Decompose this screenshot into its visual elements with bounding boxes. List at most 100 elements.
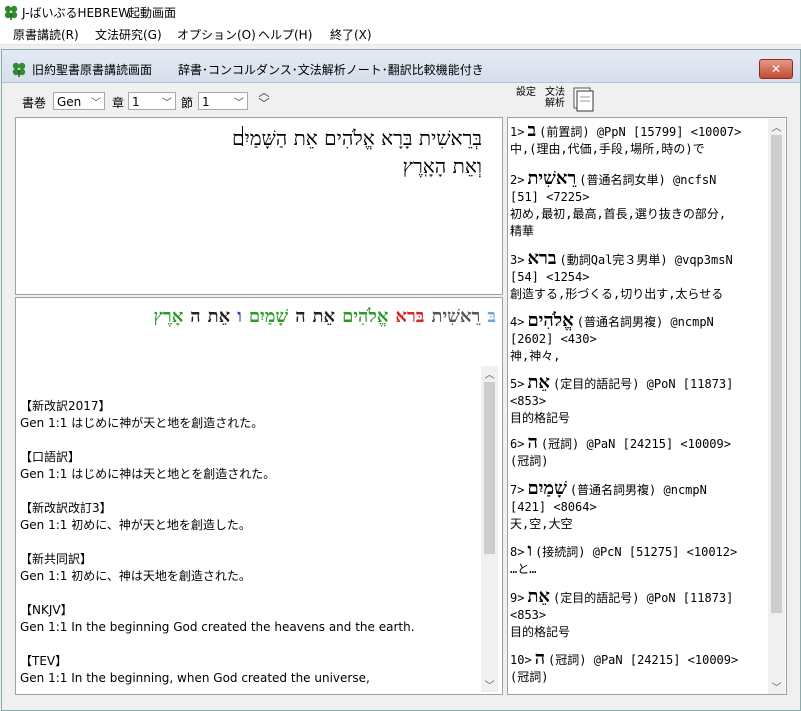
translation-list: 【新改訳2017】 Gen 1:1 はじめに神が天と地を創造された。【口語訳】 Ge… [16,398,476,693]
close-button[interactable]: ✕ [759,59,793,79]
strip-word[interactable]: בּ [487,306,496,327]
menu-reading[interactable]: 原書講読(R) [13,26,79,43]
dictionary-entry[interactable]: 8> ו (接続詞) @PcN [51275] <10012> …と… [510,542,756,578]
strip-word[interactable]: ו [237,306,242,327]
translation-name: 【NKJV】 [20,603,73,617]
translation-name: 【口語訳】 [20,450,81,464]
notebook-icon[interactable] [571,86,595,112]
chevron-down-icon: ﹀ [234,98,244,109]
translation-entry: 【NKJV】 Gen 1:1 In the beginning God creat… [20,602,415,636]
strip-word[interactable]: אָרֶץ [154,306,184,327]
verse-select[interactable]: 1 ﹀ [198,92,248,110]
entry-line: <853> [510,394,547,408]
entry-grammar: (普通名詞男複) @ncmpN [576,315,714,329]
strip-word[interactable]: רֵאשִׁית [431,306,480,327]
entry-line: (冠詞) [510,454,549,468]
dictionary-entry[interactable]: 9> אֵת (定目的語記号) @PoN [11873] <853> 目的格記号 [510,588,756,641]
entry-headword: ברא [527,248,557,269]
verse-spinner[interactable]: ︿ ﹀ [258,87,270,109]
chapter-label: 章 [112,96,125,110]
strip-word[interactable]: ה [295,306,305,327]
entry-line: (冠詞) [510,670,549,684]
menu-exit[interactable]: 終了(X) [330,26,372,43]
entry-number: 3> [510,253,525,267]
clover-logo-icon [4,5,18,20]
reading-window: 旧約聖書原書講読画面 辞書･コンコルダンス･文法解析ノート･翻訳比較機能付き ✕… [1,49,801,711]
translation-text: Gen 1:1 In the beginning, when God creat… [20,671,370,685]
chapter-value: 1 [132,95,140,109]
book-label: 書巻 [22,96,47,110]
translation-text: Gen 1:1 初めに、神は天地を創造された。 [20,569,251,583]
translation-name: 【新改訳改訂3】 [20,501,112,515]
entry-grammar: (冠詞) @PaN [24215] <10009> [548,653,739,667]
translation-scrollbar[interactable]: ︿ ﹀ [481,366,498,692]
translation-name: 【新共同訳】 [20,552,93,566]
dictionary-panel: 1> ב (前置詞) @PpN [15799] <10007> 中,(理由,代価,手段… [507,117,787,695]
entry-grammar: (動詞Qal完３男単) @vqp3msN [559,253,733,267]
strip-word[interactable]: שָׁמַיִם [249,306,288,327]
strip-word[interactable]: בּרא [395,306,424,327]
dictionary-scrollbar[interactable]: ︿ ﹀ [768,119,785,694]
scroll-up-icon[interactable]: ︿ [768,119,785,134]
text-cursor [242,126,243,146]
window-title-bar: 旧約聖書原書講読画面 辞書･コンコルダンス･文法解析ノート･翻訳比較機能付き ✕ [2,50,800,83]
entry-number: 4> [510,315,525,329]
entry-grammar: (定目的語記号) @PoN [11873] [553,591,734,605]
scroll-down-icon[interactable]: ﹀ [768,679,785,694]
dictionary-entry[interactable]: 2> רֵאשִׁית (普通名詞女単) @ncfsN [51] <7225> 初め,最… [510,170,756,240]
entry-headword: ו [527,540,533,561]
dictionary-entry[interactable]: 4> אֱלֹהִים (普通名詞男複) @ncmpN [2602] <430> 神,神… [510,312,756,365]
entry-grammar: (普通名詞女単) @ncfsN [579,173,717,187]
chapter-select[interactable]: 1 ﹀ [128,92,176,110]
verse-label: 節 [181,96,194,110]
hebrew-line-1: בְּרֵאשִׁית בָּרָא אֱלֹהִים אֵת הַשָּׁמַ… [232,126,482,150]
strip-word[interactable]: אֱלֹהִים [342,306,388,327]
chevron-down-icon[interactable]: ﹀ [258,98,270,109]
translation-entry: 【新共同訳】 Gen 1:1 初めに、神は天地を創造された。 [20,551,251,585]
chevron-down-icon: ﹀ [162,98,172,109]
hebrew-line-2: וְאֵת הָאָֽרֶץ [402,154,482,178]
entry-line: …と… [510,562,537,576]
verse-value: 1 [202,95,210,109]
chevron-down-icon: ﹀ [91,98,101,109]
translation-text: Gen 1:1 はじめに神は天と地とを創造された。 [20,467,276,481]
translation-name: 【TEV】 [20,654,68,668]
book-select[interactable]: Gen ﹀ [53,92,105,110]
strip-word[interactable]: אֵת [313,306,336,327]
app-title-bar: J-ばいぶるHEBREW 起動画面 [0,0,801,23]
settings-button[interactable]: 設定 [516,87,536,98]
scroll-thumb[interactable] [771,135,782,613]
entry-grammar: (接続詞) @PcN [51275] <10012> [535,545,738,559]
dictionary-entry[interactable]: 3> ברא (動詞Qal完３男単) @vqp3msN [54] <1254> 創造する… [510,250,756,303]
scroll-thumb[interactable] [484,382,495,554]
dictionary-entry[interactable]: 10> ה (冠詞) @PaN [24215] <10009> (冠詞) [510,650,756,686]
entry-number: 2> [510,173,525,187]
translation-entry: 【口語訳】 Gen 1:1 はじめに神は天と地とを創造された。 [20,449,275,483]
menu-help[interactable]: ヘルプ(H) [258,26,312,43]
hebrew-text-panel[interactable]: בְּרֵאשִׁית בָּרָא אֱלֹהִים אֵת הַשָּׁמַ… [15,117,503,295]
entry-headword: שָׁמַיִם [527,478,567,499]
grammar-analysis-button[interactable]: 文法解析 [543,87,567,109]
entry-line: 目的格記号 [510,625,571,639]
menu-grammar[interactable]: 文法研究(G) [95,26,162,43]
dictionary-entry[interactable]: 1> ב (前置詞) @PpN [15799] <10007> 中,(理由,代価,手段… [510,122,756,158]
entry-headword: ה [527,432,538,453]
entry-headword: אֱלֹהִים [527,310,574,331]
entry-line: [2602] <430> [510,332,597,346]
dictionary-entry[interactable]: 5> אֵת (定目的語記号) @PoN [11873] <853> 目的格記号 [510,374,756,427]
book-value: Gen [57,95,82,109]
dictionary-entry[interactable]: 7> שָׁמַיִם (普通名詞男複) @ncmpN [421] <8064> 天,空… [510,480,756,533]
entry-line: <853> [510,608,547,622]
strip-word[interactable]: אֵת [208,306,231,327]
translation-entry: 【新改訳2017】 Gen 1:1 はじめに神が天と地を創造された。 [20,398,263,432]
colored-word-strip: בּרֵאשִׁיתבּראאֱלֹהִיםאֵתהשָׁמַיִםואֵתהא… [147,306,496,327]
scroll-up-icon[interactable]: ︿ [481,366,498,381]
scroll-down-icon[interactable]: ﹀ [481,677,498,692]
entry-grammar: (定目的語記号) @PoN [11873] [553,377,734,391]
translation-text: Gen 1:1 In the beginning God created the… [20,620,415,634]
strip-word[interactable]: ה [190,306,200,327]
entry-number: 10> [510,653,532,667]
entry-line: 初め,最初,最高,首長,選り抜きの部分, [510,207,727,221]
dictionary-entry[interactable]: 6> ה (冠詞) @PaN [24215] <10009> (冠詞) [510,434,756,470]
menu-options[interactable]: オプション(O) [177,26,256,43]
